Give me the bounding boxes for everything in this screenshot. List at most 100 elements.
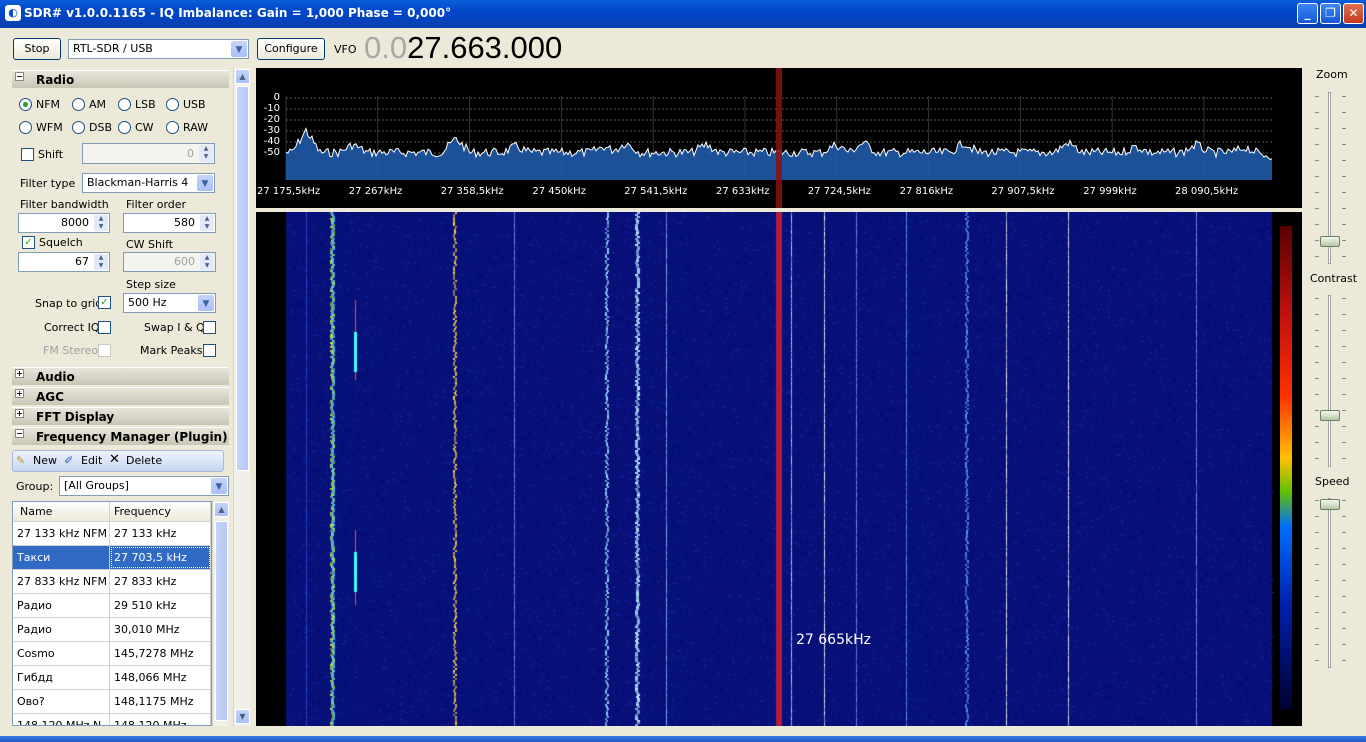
contrast-label: Contrast xyxy=(1310,272,1358,285)
group-select[interactable]: [All Groups] ▼ xyxy=(59,476,229,496)
spinner-icon[interactable]: ▲ ▼ xyxy=(200,254,214,270)
mode-label: CW xyxy=(135,121,154,134)
x-tick-label: 27 450kHz xyxy=(532,186,586,197)
edit-button[interactable]: Edit xyxy=(81,454,102,467)
window-title: SDR# v1.0.0.1165 - IQ Imbalance: Gain = … xyxy=(24,6,452,20)
close-button[interactable]: ✕ xyxy=(1343,3,1364,24)
shift-checkbox[interactable] xyxy=(21,148,34,161)
configure-button[interactable]: Configure xyxy=(257,38,325,60)
mode-radio-raw[interactable] xyxy=(166,121,179,134)
squelch-checkbox[interactable]: ✓ xyxy=(22,236,35,249)
scroll-thumb[interactable] xyxy=(215,521,228,721)
table-row[interactable]: Гибдд 148,066 MHz xyxy=(13,666,211,690)
section-agc[interactable]: + AGC xyxy=(12,387,229,405)
scroll-up-icon[interactable]: ▲ xyxy=(214,502,229,517)
scroll-up-icon[interactable]: ▲ xyxy=(235,69,250,84)
mode-radio-nfm[interactable] xyxy=(19,98,32,111)
group-label: Group: xyxy=(16,480,54,493)
delete-icon: ✕ xyxy=(109,452,120,467)
maximize-button[interactable]: ❐ xyxy=(1320,3,1341,24)
slider-tick xyxy=(1342,208,1346,209)
spinner-icon[interactable]: ▲ ▼ xyxy=(200,215,214,231)
step-size-select[interactable]: 500 Hz ▼ xyxy=(123,293,216,313)
shift-input[interactable]: 0 ▲ ▼ xyxy=(82,143,215,164)
cell-frequency: 30,010 MHz xyxy=(110,618,211,641)
table-row[interactable]: 27 133 kHz NFM 27 133 kHz xyxy=(13,522,211,546)
filter-bandwidth-label: Filter bandwidth xyxy=(20,198,109,211)
table-row[interactable]: Ово? 148,1175 MHz xyxy=(13,690,211,714)
table-row[interactable]: Такси 27 703,5 kHz xyxy=(13,546,211,570)
filter-order-input[interactable]: 580 ▲ ▼ xyxy=(123,213,216,233)
zoom-slider-thumb[interactable] xyxy=(1320,236,1340,247)
section-fft-display[interactable]: + FFT Display xyxy=(12,407,229,425)
speed-slider-thumb[interactable] xyxy=(1320,499,1340,510)
snap-to-grid-checkbox[interactable]: ✓ xyxy=(98,296,111,309)
slider-tick xyxy=(1315,532,1319,533)
slider-tick xyxy=(1315,378,1319,379)
cw-shift-input[interactable]: 600 ▲ ▼ xyxy=(123,252,216,272)
mode-radio-usb[interactable] xyxy=(166,98,179,111)
table-scrollbar[interactable]: ▲ xyxy=(212,501,229,726)
slider-tick xyxy=(1342,378,1346,379)
cw-shift-label: CW Shift xyxy=(126,238,174,251)
mode-radio-wfm[interactable] xyxy=(19,121,32,134)
step-size-label: Step size xyxy=(126,278,176,291)
mode-label: RAW xyxy=(183,121,208,134)
contrast-slider-thumb[interactable] xyxy=(1320,410,1340,421)
spinner-icon[interactable]: ▲ ▼ xyxy=(94,215,108,231)
stop-button[interactable]: Stop xyxy=(13,38,61,60)
squelch-input[interactable]: 67 ▲ ▼ xyxy=(18,252,110,272)
slider-tick xyxy=(1315,596,1319,597)
group-value: [All Groups] xyxy=(64,479,129,492)
speed-label: Speed xyxy=(1315,475,1350,488)
panel-scrollbar[interactable]: ▲ ▼ xyxy=(233,68,250,726)
section-frequency-manager[interactable]: − Frequency Manager (Plugin) xyxy=(12,427,229,445)
column-header-frequency[interactable]: Frequency xyxy=(110,502,211,521)
mode-radio-lsb[interactable] xyxy=(118,98,131,111)
table-row[interactable]: Радио 30,010 MHz xyxy=(13,618,211,642)
delete-button[interactable]: Delete xyxy=(126,454,162,467)
scroll-thumb[interactable] xyxy=(236,86,249,471)
mode-radio-am[interactable] xyxy=(72,98,85,111)
color-scale-bar xyxy=(1280,226,1292,710)
table-row[interactable]: Радио 29 510 kHz xyxy=(13,594,211,618)
device-select[interactable]: RTL-SDR / USB ▼ xyxy=(68,39,249,59)
new-button[interactable]: New xyxy=(33,454,57,467)
table-row[interactable]: 27 833 kHz NFM 27 833 kHz xyxy=(13,570,211,594)
scroll-down-icon[interactable]: ▼ xyxy=(235,709,250,724)
minimize-button[interactable]: _ xyxy=(1297,3,1318,24)
filter-type-select[interactable]: Blackman-Harris 4 ▼ xyxy=(82,173,215,193)
spinner-icon[interactable]: ▲ ▼ xyxy=(199,145,213,162)
spectrum-analyzer[interactable]: 0 -10 -20 -30 -40 -50 27 175,5kHz 27 267kHz 27 … xyxy=(256,68,1302,208)
correct-iq-checkbox[interactable] xyxy=(98,321,111,334)
filter-bandwidth-input[interactable]: 8000 ▲ ▼ xyxy=(18,213,110,233)
taskbar-edge xyxy=(0,736,1366,742)
vfo-display[interactable]: 0.027.663.000 xyxy=(364,30,562,66)
fm-stereo-checkbox[interactable] xyxy=(98,344,111,357)
spinner-icon[interactable]: ▲ ▼ xyxy=(94,254,108,270)
waterfall-display[interactable]: 27 665kHz xyxy=(256,212,1302,726)
slider-tick xyxy=(1315,426,1319,427)
column-header-name[interactable]: Name xyxy=(13,502,110,521)
mark-peaks-label: Mark Peaks xyxy=(140,344,203,357)
section-audio[interactable]: + Audio xyxy=(12,367,229,385)
swap-iq-checkbox[interactable] xyxy=(203,321,216,334)
slider-tick xyxy=(1315,160,1319,161)
section-radio[interactable]: − Radio xyxy=(12,70,229,88)
new-icon: ✎ xyxy=(16,454,26,467)
slider-tick xyxy=(1315,628,1319,629)
slider-tick xyxy=(1315,458,1319,459)
cell-frequency: 29 510 kHz xyxy=(110,594,211,617)
mark-peaks-checkbox[interactable] xyxy=(203,344,216,357)
speed-slider-track[interactable] xyxy=(1328,498,1331,668)
slider-tick xyxy=(1315,516,1319,517)
mode-radio-cw[interactable] xyxy=(118,121,131,134)
contrast-slider-track[interactable] xyxy=(1328,295,1331,467)
table-row[interactable]: Cosmo 145,7278 MHz xyxy=(13,642,211,666)
slider-tick xyxy=(1342,330,1346,331)
mode-radio-dsb[interactable] xyxy=(72,121,85,134)
table-row[interactable]: 148,120 MHz N 148,120 MHz xyxy=(13,714,211,725)
section-fm-title: Frequency Manager (Plugin) xyxy=(36,430,228,444)
slider-tick xyxy=(1342,532,1346,533)
slider-tick xyxy=(1315,410,1319,411)
